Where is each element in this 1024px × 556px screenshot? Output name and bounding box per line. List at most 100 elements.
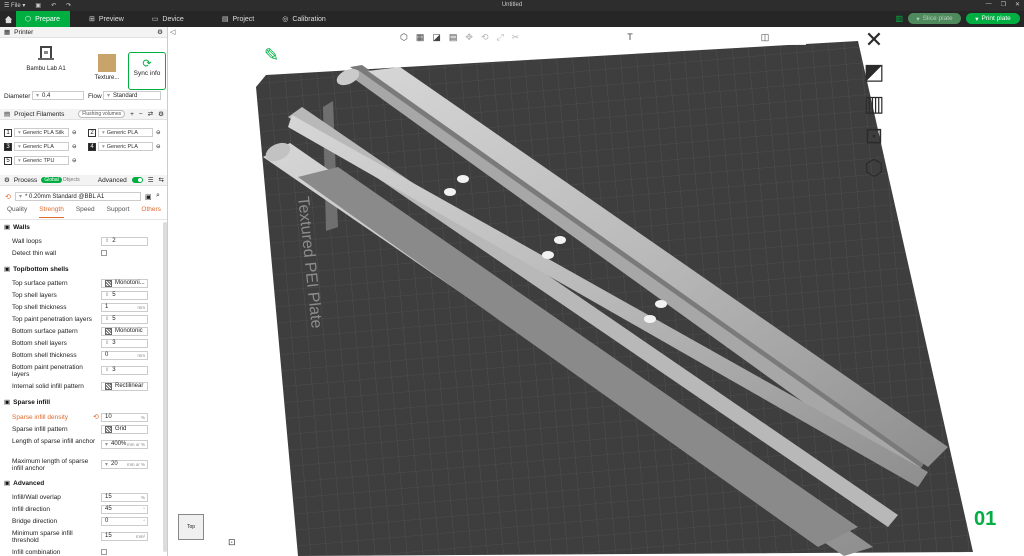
filament-edit-icon[interactable]: ⊖ xyxy=(156,130,161,136)
collapse-sidebar-icon[interactable]: ◁ xyxy=(170,28,175,36)
3d-viewport[interactable]: Textured PEI Plate 01 ⬡ ▦ ◪ ▤ ✥ ⟲ ⤢ ✂ T … xyxy=(168,27,1024,556)
filament-edit-icon[interactable]: ⊖ xyxy=(156,144,161,150)
save-preset-icon[interactable]: ▣ xyxy=(145,193,152,201)
filament-edit-icon[interactable]: ⊖ xyxy=(72,144,77,150)
stepper-icon[interactable]: ⇕ xyxy=(105,292,109,298)
text-tool-icon[interactable]: T xyxy=(627,32,633,42)
maximize-icon[interactable]: ❐ xyxy=(1001,1,1006,8)
filament-settings-icon[interactable]: ⚙ xyxy=(158,110,164,118)
filament-select[interactable]: ▾ Generic PLA xyxy=(14,142,69,151)
param-input[interactable]: ⇕ 5 xyxy=(101,314,148,324)
rotate-icon[interactable]: ⟲ xyxy=(481,32,489,43)
filament-color-swatch[interactable]: 5 xyxy=(4,156,12,165)
layout-icon[interactable]: ▥ xyxy=(844,91,904,117)
flow-select[interactable]: ▾ Standard xyxy=(103,91,161,100)
undo-icon[interactable]: ↶ xyxy=(51,2,56,9)
stepper-icon[interactable]: ⇕ xyxy=(105,340,109,346)
tab-strength[interactable]: Strength xyxy=(39,206,64,218)
plate-icon[interactable]: ▥ xyxy=(895,14,903,23)
objects-toggle[interactable]: Objects xyxy=(63,177,80,183)
stepper-icon[interactable]: ⇕ xyxy=(105,367,109,373)
slice-plate-button[interactable]: ▾ Slice plate xyxy=(908,13,961,24)
param-input[interactable]: Rectilinear xyxy=(101,381,148,391)
settings-hex-icon[interactable]: ⬡ xyxy=(844,155,904,181)
diameter-select[interactable]: ▾ 0.4 xyxy=(32,91,84,100)
tab-preview[interactable]: ⊞ Preview xyxy=(80,11,133,27)
tab-speed[interactable]: Speed xyxy=(76,206,95,218)
filament-item[interactable]: 1 ▾ Generic PLA Silk ⊖ xyxy=(4,128,77,137)
auto-orient-icon[interactable]: ◩ xyxy=(844,59,904,85)
dropdown-icon[interactable]: ▾ xyxy=(105,461,108,468)
param-input[interactable]: Monotonic xyxy=(101,326,148,336)
tab-support[interactable]: Support xyxy=(107,206,130,218)
param-input[interactable]: 1 mm xyxy=(101,302,148,312)
advanced-switch[interactable] xyxy=(131,177,143,183)
reset-icon[interactable]: ⟲ xyxy=(93,413,99,421)
checkbox[interactable] xyxy=(101,549,107,555)
printer-settings-icon[interactable]: ⚙ xyxy=(157,28,163,36)
param-input[interactable]: ▾ 400% mm or % xyxy=(101,439,148,449)
tab-quality[interactable]: Quality xyxy=(7,206,27,218)
param-input[interactable]: ⇕ 2 xyxy=(101,236,148,246)
lock-icon[interactable]: ⊡ xyxy=(844,123,904,149)
stepper-icon[interactable]: ⇕ xyxy=(105,238,109,244)
orient-icon[interactable]: ◪ xyxy=(432,32,441,43)
compare-icon[interactable]: ⇆ xyxy=(159,176,164,184)
filament-select[interactable]: ▾ Generic PLA Silk xyxy=(14,128,69,137)
filament-item[interactable]: 4 ▾ Generic PLA ⊖ xyxy=(88,142,161,151)
global-toggle[interactable]: Global xyxy=(41,177,62,183)
save-icon[interactable]: ▣ xyxy=(35,2,41,9)
view-cube[interactable]: Top xyxy=(178,514,204,540)
edit-pen-icon[interactable]: ✎ xyxy=(264,45,279,66)
filament-edit-icon[interactable]: ⊖ xyxy=(72,158,77,164)
list-icon[interactable]: ☰ xyxy=(148,176,154,184)
search-icon[interactable]: ⌕ xyxy=(156,192,160,200)
add-icon[interactable]: + xyxy=(130,111,134,118)
move-icon[interactable]: ✥ xyxy=(465,32,473,43)
param-input[interactable]: 0 ° xyxy=(101,516,148,526)
cut-icon[interactable]: ✂ xyxy=(512,32,520,43)
checkbox[interactable] xyxy=(101,250,107,256)
param-input[interactable]: 15 mm² xyxy=(101,531,148,541)
plate-preview[interactable]: Texture... xyxy=(88,54,126,81)
filament-item[interactable]: 2 ▾ Generic PLA ⊖ xyxy=(88,128,161,137)
add-object-icon[interactable]: ⬡ xyxy=(400,32,408,43)
stepper-icon[interactable]: ⇕ xyxy=(105,316,109,322)
menu-icon[interactable]: ☰ File ▾ xyxy=(4,2,25,9)
close-icon[interactable]: ✕ xyxy=(1015,1,1020,8)
process-preset-select[interactable]: ▾ * 0.20mm Standard @BBL A1 xyxy=(15,192,141,201)
flushing-volumes-button[interactable]: Flushing volumes xyxy=(78,110,126,118)
filament-select[interactable]: ▾ Generic PLA xyxy=(98,128,153,137)
filament-color-swatch[interactable]: 3 xyxy=(4,142,12,151)
tab-project[interactable]: ▤ Project xyxy=(213,11,263,27)
param-input[interactable]: ▾ 20 mm or % xyxy=(101,459,148,469)
preset-reset-icon[interactable]: ⟲ xyxy=(5,193,11,201)
minimize-icon[interactable]: — xyxy=(986,1,992,8)
remove-icon[interactable]: − xyxy=(139,111,143,118)
filament-edit-icon[interactable]: ⊖ xyxy=(72,130,77,136)
filament-color-swatch[interactable]: 1 xyxy=(4,128,12,137)
param-input[interactable]: 0 mm xyxy=(101,350,148,360)
layers-icon[interactable]: ▤ xyxy=(449,32,458,43)
print-plate-button[interactable]: ▾ Print plate xyxy=(966,13,1020,24)
param-input[interactable]: 15% xyxy=(101,492,148,502)
file-menu[interactable]: File xyxy=(11,3,21,9)
printer-preview[interactable]: Bambu Lab A1 xyxy=(22,44,70,72)
param-input[interactable]: 10% xyxy=(101,412,148,422)
filament-color-swatch[interactable]: 2 xyxy=(88,128,96,137)
dropdown-icon[interactable]: ▾ xyxy=(105,441,108,448)
tab-others[interactable]: Others xyxy=(141,206,161,218)
filament-select[interactable]: ▾ Generic TPU xyxy=(14,156,69,165)
scale-icon[interactable]: ⤢ xyxy=(497,32,504,43)
home-icon[interactable] xyxy=(0,11,16,27)
measure-icon[interactable]: ◫ xyxy=(761,32,770,43)
filament-sync-icon[interactable]: ⇄ xyxy=(148,110,153,118)
filament-item[interactable]: 3 ▾ Generic PLA ⊖ xyxy=(4,142,77,151)
tab-calibration[interactable]: ◎ Calibration xyxy=(273,11,335,27)
close-tool-icon[interactable]: ✕ xyxy=(844,27,904,53)
filament-select[interactable]: ▾ Generic PLA xyxy=(98,142,153,151)
param-input[interactable]: Monotoni... xyxy=(101,278,148,288)
redo-icon[interactable]: ↷ xyxy=(66,2,71,9)
param-input[interactable]: 45 ° xyxy=(101,504,148,514)
sync-info-button[interactable]: ⟳ Sync info xyxy=(128,52,166,90)
